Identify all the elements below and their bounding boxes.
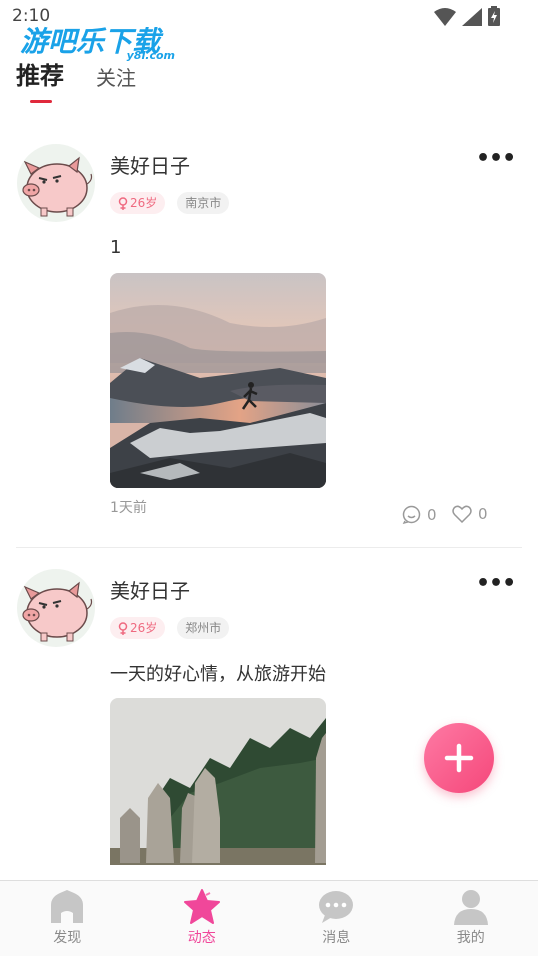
- like-count[interactable]: 0: [452, 505, 488, 523]
- mountain-runner-photo: [110, 273, 326, 488]
- nav-profile-label: 我的: [456, 930, 485, 946]
- age-badge: 26岁: [110, 192, 166, 214]
- home-icon: [51, 890, 84, 923]
- avatar[interactable]: [17, 144, 95, 222]
- username[interactable]: 美好日子: [110, 575, 190, 604]
- signal-icon: [462, 8, 482, 26]
- like-count-text: 0: [478, 505, 488, 523]
- tab-recommend-label: 推荐: [16, 62, 64, 90]
- city-badge: 郑州市: [177, 617, 230, 639]
- pig-avatar-image: [22, 581, 93, 642]
- username[interactable]: 美好日子: [110, 150, 190, 179]
- nav-discover-label: 发现: [53, 930, 82, 946]
- wifi-icon: [434, 8, 456, 26]
- tab-follow[interactable]: 关注: [96, 62, 136, 91]
- post-photo[interactable]: [110, 273, 326, 488]
- post-content: 一天的好心情，从旅游开始: [110, 664, 326, 685]
- female-icon: [118, 621, 128, 635]
- avatar[interactable]: [17, 569, 95, 647]
- tab-recommend[interactable]: 推荐: [16, 56, 64, 103]
- comment-count-text: 0: [427, 505, 437, 524]
- nav-moments-label: 动态: [187, 930, 216, 946]
- plus-icon: [444, 743, 474, 773]
- star-icon: [183, 889, 220, 924]
- more-options-icon[interactable]: •••: [476, 146, 516, 171]
- more-options-icon[interactable]: •••: [476, 571, 516, 596]
- nav-profile[interactable]: 我的: [404, 881, 538, 956]
- city-badge: 南京市: [177, 192, 230, 214]
- chat-icon: [319, 891, 354, 923]
- status-icons: [434, 6, 500, 26]
- tab-indicator: [30, 100, 52, 103]
- heart-icon: [452, 505, 472, 523]
- nav-messages-label: 消息: [322, 930, 351, 946]
- tab-follow-label: 关注: [96, 66, 136, 90]
- nav-messages[interactable]: 消息: [269, 881, 404, 956]
- person-icon: [453, 890, 488, 925]
- nav-discover[interactable]: 发现: [0, 881, 135, 956]
- user-tags: 26岁 郑州市: [110, 617, 230, 639]
- user-tags: 26岁 南京市: [110, 192, 230, 214]
- top-tabs: 推荐 关注: [16, 56, 168, 103]
- bottom-navigation: 发现 动态 消息 我的: [0, 880, 538, 956]
- female-icon: [118, 196, 128, 210]
- add-post-button[interactable]: [424, 723, 494, 793]
- comment-count[interactable]: 0: [402, 505, 437, 524]
- age-badge: 26岁: [110, 617, 166, 639]
- pig-avatar-image: [22, 156, 93, 217]
- post-content: 1: [110, 237, 122, 258]
- post-photo[interactable]: [110, 698, 326, 865]
- statues-photo: [110, 698, 326, 865]
- age-text: 26岁: [130, 621, 158, 635]
- age-text: 26岁: [130, 196, 158, 210]
- battery-icon: [488, 6, 500, 26]
- comment-icon: [402, 505, 421, 524]
- nav-moments[interactable]: 动态: [135, 881, 270, 956]
- post-time: 1天前: [110, 500, 147, 516]
- post-divider: [16, 547, 522, 548]
